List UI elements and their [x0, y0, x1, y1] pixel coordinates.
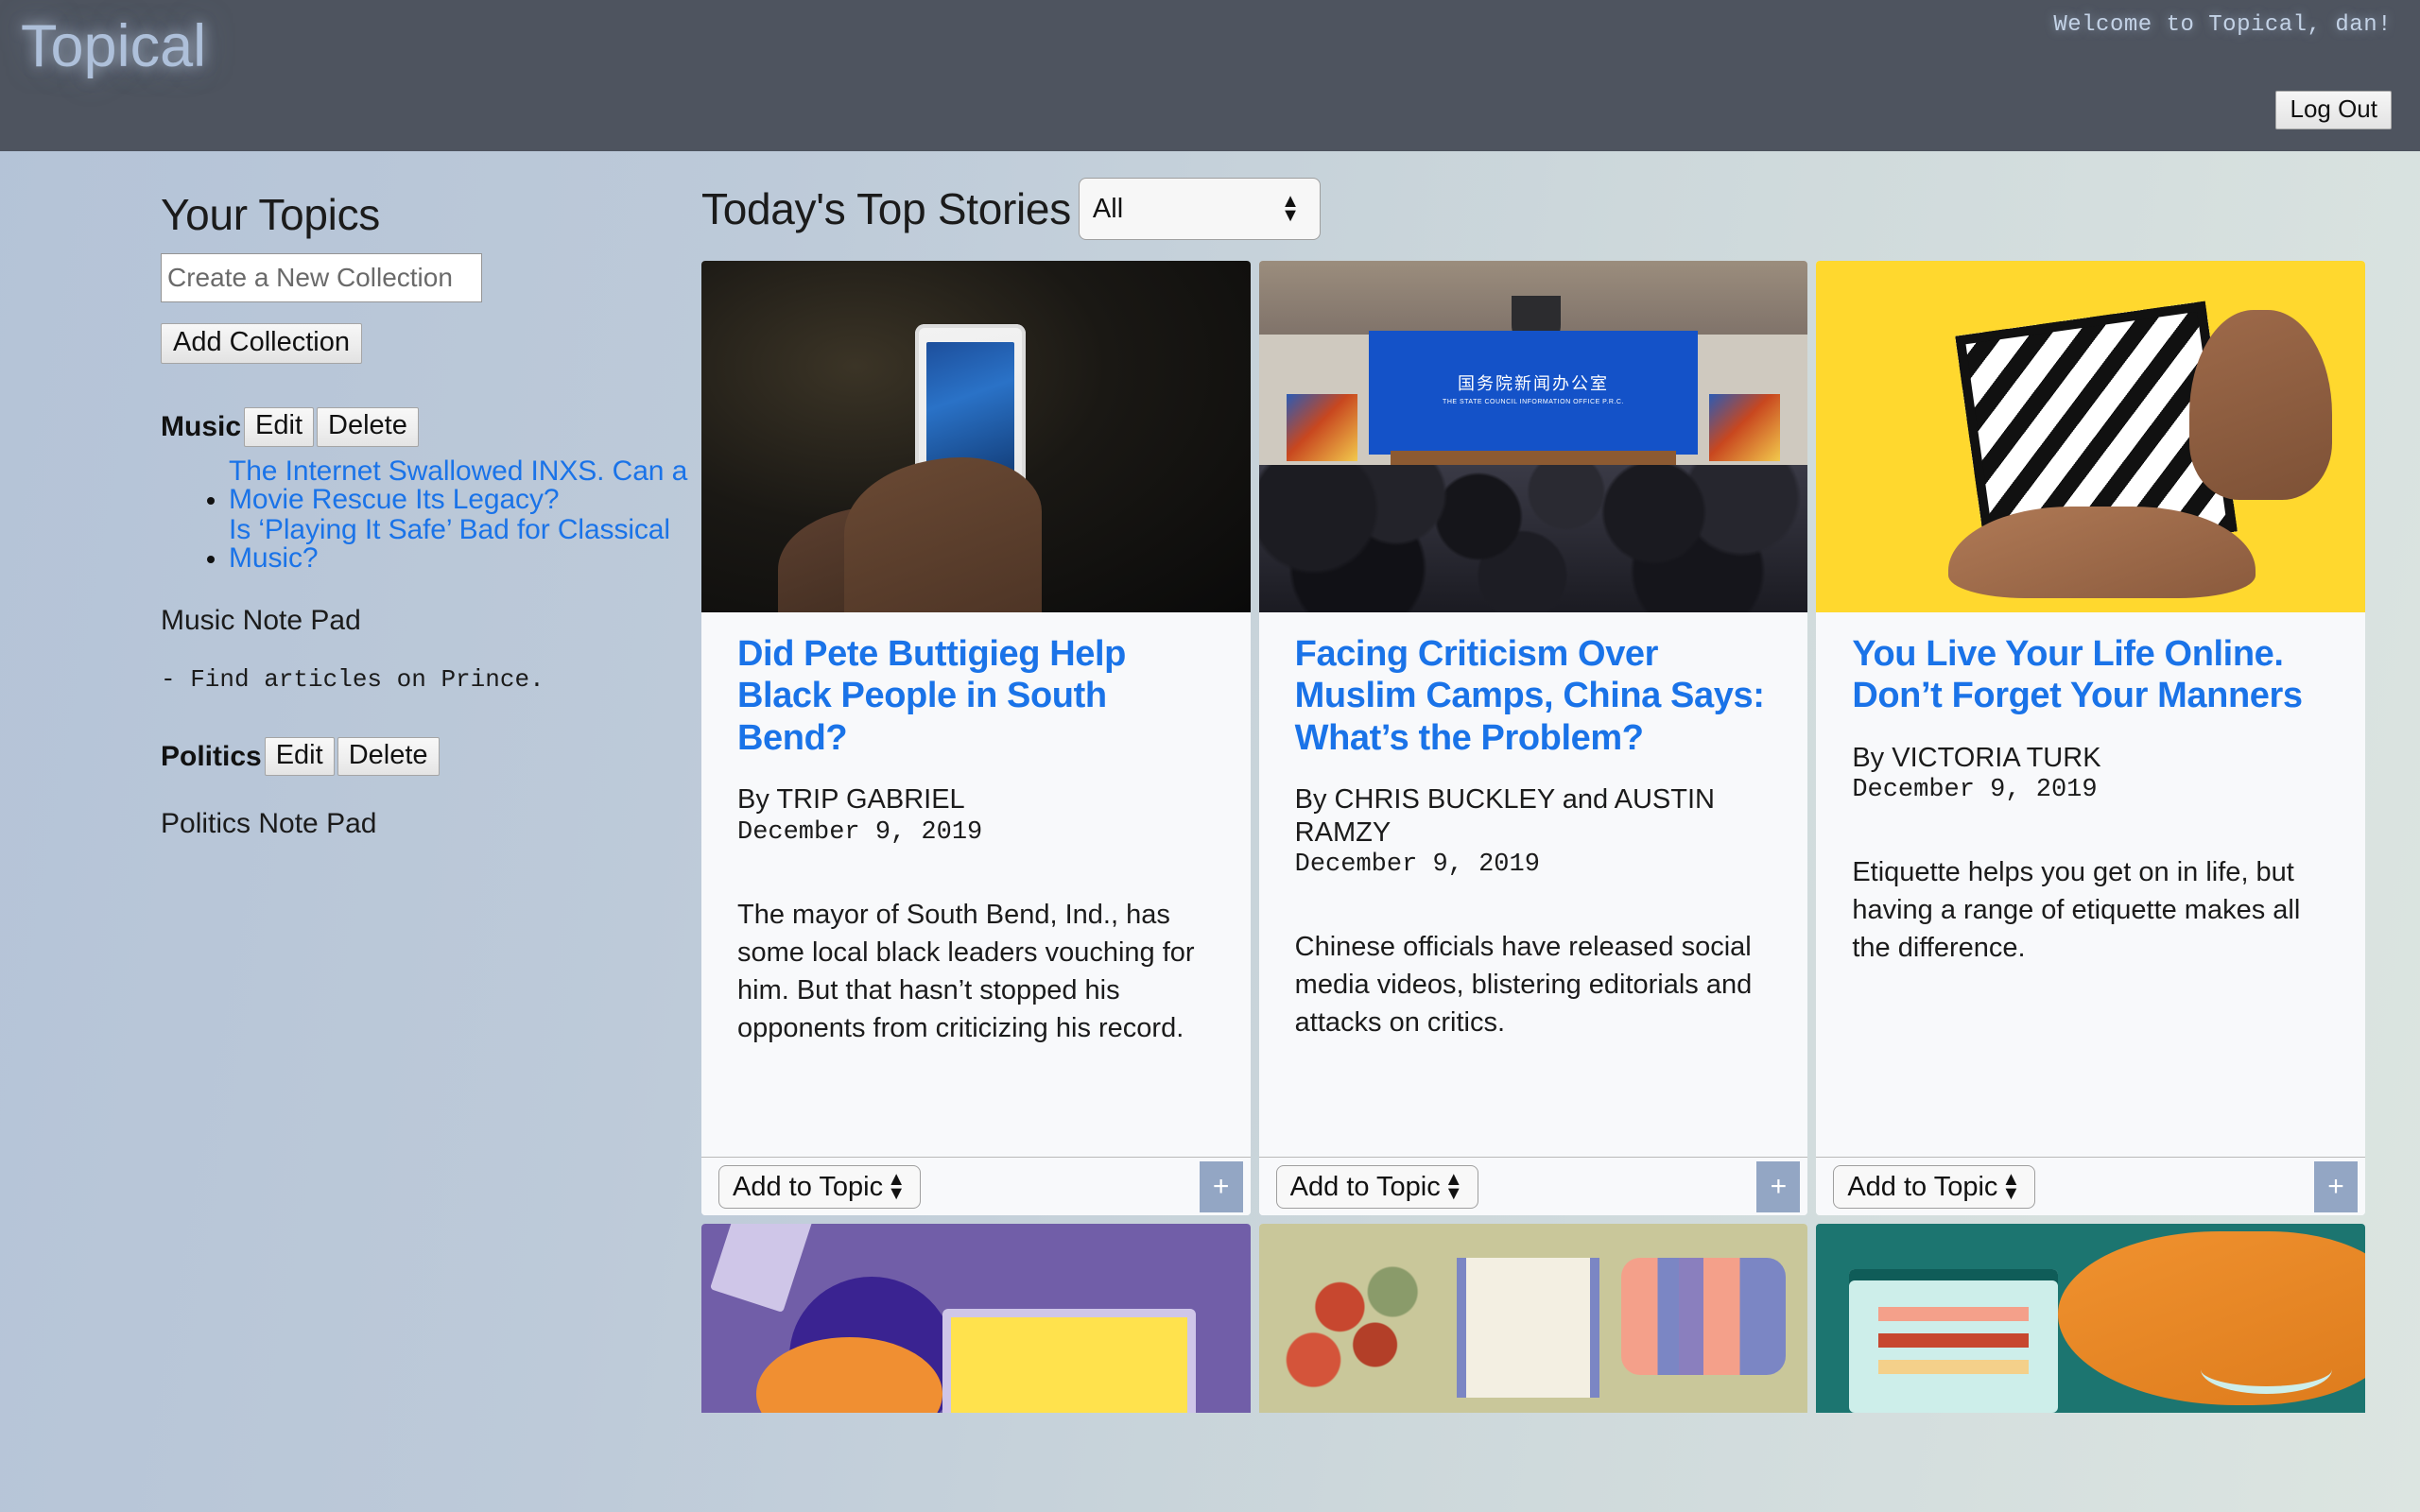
story-author: By TRIP GABRIEL — [737, 784, 965, 816]
book-shape — [1456, 1258, 1599, 1398]
add-story-to-topic-button[interactable]: + — [1756, 1160, 1801, 1212]
story-card — [1816, 1224, 2365, 1413]
story-card-footer: Add to Topic ▲ ▼ + — [1258, 1157, 1808, 1215]
story-image-olive-collage — [1258, 1224, 1808, 1413]
story-image-phone-recording — [701, 261, 1251, 612]
app-logo: Topical — [21, 13, 207, 79]
page-content: Your Topics Add Collection Music Edit De… — [0, 151, 2420, 1512]
story-description: Etiquette helps you get on in life, but … — [1852, 857, 2301, 964]
story-card-body: Facing Criticism Over Muslim Camps, Chin… — [1259, 612, 1808, 1215]
script-mark-shape — [2200, 1345, 2333, 1394]
add-to-topic-wrapper: Add to Topic ▲ ▼ — [1833, 1164, 2036, 1209]
notepad-label-music: Music Note Pad — [161, 604, 361, 636]
topic-name-politics: Politics — [161, 740, 262, 772]
topic-article-list-music: The Internet Swallowed INXS. Can a Movie… — [161, 456, 690, 573]
topic-filter-wrapper: All Music Politics ▲▼ — [1071, 178, 1321, 240]
story-card-footer: Add to Topic ▲ ▼ + — [1816, 1157, 2365, 1215]
screen-text-en: THE STATE COUNCIL INFORMATION OFFICE P.R… — [1443, 398, 1624, 405]
add-to-topic-wrapper: Add to Topic ▲ ▼ — [718, 1164, 921, 1209]
story-card-grid: Did Pete Buttigieg Help Black People in … — [701, 261, 2365, 1215]
story-card-body: You Live Your Life Online. Don’t Forget … — [1816, 612, 2365, 1215]
add-story-to-topic-button[interactable]: + — [2314, 1160, 2358, 1212]
notepad-text-music[interactable]: - Find articles on Prince. — [161, 665, 690, 694]
add-collection-button[interactable]: Add Collection — [161, 323, 362, 365]
story-author: By VICTORIA TURK — [1852, 742, 2101, 773]
app-header: Topical Welcome to Topical, dan! Log Out — [0, 0, 2420, 151]
flowers-shape — [1270, 1262, 1446, 1413]
story-title-link[interactable]: Did Pete Buttigieg Help Black People in … — [737, 633, 1215, 759]
dumbbell-shape — [1620, 1258, 1787, 1375]
story-card: 国务院新闻办公室 THE STATE COUNCIL INFORMATION O… — [1258, 261, 1808, 1215]
topic-filter-select[interactable]: All Music Politics — [1078, 178, 1321, 240]
side-monitor-shape — [1708, 394, 1781, 462]
side-monitor-shape — [1286, 394, 1358, 462]
story-image-teal-orange-hand — [1816, 1224, 2365, 1413]
main-header: Today's Top Stories All Music Politics ▲… — [701, 178, 2365, 240]
thumb-shape — [2189, 310, 2333, 500]
edit-topic-music-button[interactable]: Edit — [244, 407, 315, 447]
story-image-purple-laptop — [701, 1224, 1251, 1413]
logout-button[interactable]: Log Out — [2275, 91, 2392, 130]
notepad-label-politics: Politics Note Pad — [161, 808, 377, 840]
checklist-shape — [1849, 1269, 2058, 1413]
delete-topic-politics-button[interactable]: Delete — [337, 736, 440, 777]
screen-text-cn: 国务院新闻办公室 — [1457, 374, 1609, 394]
add-to-topic-wrapper: Add to Topic ▲ ▼ — [1275, 1164, 1478, 1209]
welcome-message: Welcome to Topical, dan! — [2053, 12, 2392, 38]
story-card: Did Pete Buttigieg Help Black People in … — [701, 261, 1251, 1215]
list-item: Is ‘Playing It Safe’ Bad for Classical M… — [229, 515, 690, 573]
topic-block-politics: Politics Edit Delete Politics Note Pad — [161, 736, 690, 840]
story-date: December 9, 2019 — [737, 817, 983, 847]
delete-topic-music-button[interactable]: Delete — [317, 407, 419, 447]
add-to-topic-select[interactable]: Add to Topic — [1833, 1164, 2036, 1209]
edit-topic-politics-button[interactable]: Edit — [264, 736, 335, 777]
story-title-link[interactable]: You Live Your Life Online. Don’t Forget … — [1852, 633, 2329, 717]
orange-shape — [756, 1337, 943, 1413]
story-card: You Live Your Life Online. Don’t Forget … — [1816, 261, 2365, 1215]
fingers-shape — [1947, 507, 2256, 599]
saved-article-link[interactable]: The Internet Swallowed INXS. Can a Movie… — [229, 456, 690, 514]
main-content: Today's Top Stories All Music Politics ▲… — [701, 178, 2365, 1413]
story-description: The mayor of South Bend, Ind., has some … — [737, 899, 1195, 1043]
topic-block-music: Music Edit Delete The Internet Swallowed… — [161, 407, 690, 694]
story-card — [701, 1224, 1251, 1413]
new-collection-input[interactable] — [161, 253, 482, 302]
story-image-pixel-cursor-handshake — [1816, 261, 2365, 612]
screen-shape — [942, 1309, 1196, 1413]
topic-header-music: Music Edit Delete — [161, 407, 690, 447]
add-to-topic-select[interactable]: Add to Topic — [1275, 1164, 1478, 1209]
story-description: Chinese officials have released social m… — [1294, 931, 1753, 1038]
page-title: Today's Top Stories — [701, 184, 1071, 233]
story-author: By CHRIS BUCKLEY and AUSTIN RAMZY — [1294, 784, 1715, 848]
topic-header-politics: Politics Edit Delete — [161, 736, 690, 777]
story-card — [1258, 1224, 1808, 1413]
add-to-topic-select[interactable]: Add to Topic — [718, 1164, 921, 1209]
list-item: The Internet Swallowed INXS. Can a Movie… — [229, 456, 690, 514]
story-card-footer: Add to Topic ▲ ▼ + — [701, 1157, 1251, 1215]
story-card-grid-row2 — [701, 1224, 2365, 1413]
sidebar: Your Topics Add Collection Music Edit De… — [161, 189, 690, 840]
sidebar-title: Your Topics — [161, 190, 380, 239]
story-title-link[interactable]: Facing Criticism Over Muslim Camps, Chin… — [1295, 633, 1772, 759]
topic-name-music: Music — [161, 411, 242, 443]
hand-shape — [843, 457, 1042, 612]
story-date: December 9, 2019 — [1294, 850, 1540, 879]
story-card-body: Did Pete Buttigieg Help Black People in … — [701, 612, 1251, 1215]
crowd-shape — [1258, 464, 1808, 612]
story-date: December 9, 2019 — [1852, 776, 2098, 805]
add-story-to-topic-button[interactable]: + — [1199, 1160, 1243, 1212]
screen-shape: 国务院新闻办公室 THE STATE COUNCIL INFORMATION O… — [1368, 331, 1699, 455]
story-image-china-press-conference: 国务院新闻办公室 THE STATE COUNCIL INFORMATION O… — [1258, 261, 1808, 612]
saved-article-link[interactable]: Is ‘Playing It Safe’ Bad for Classical M… — [229, 515, 690, 573]
